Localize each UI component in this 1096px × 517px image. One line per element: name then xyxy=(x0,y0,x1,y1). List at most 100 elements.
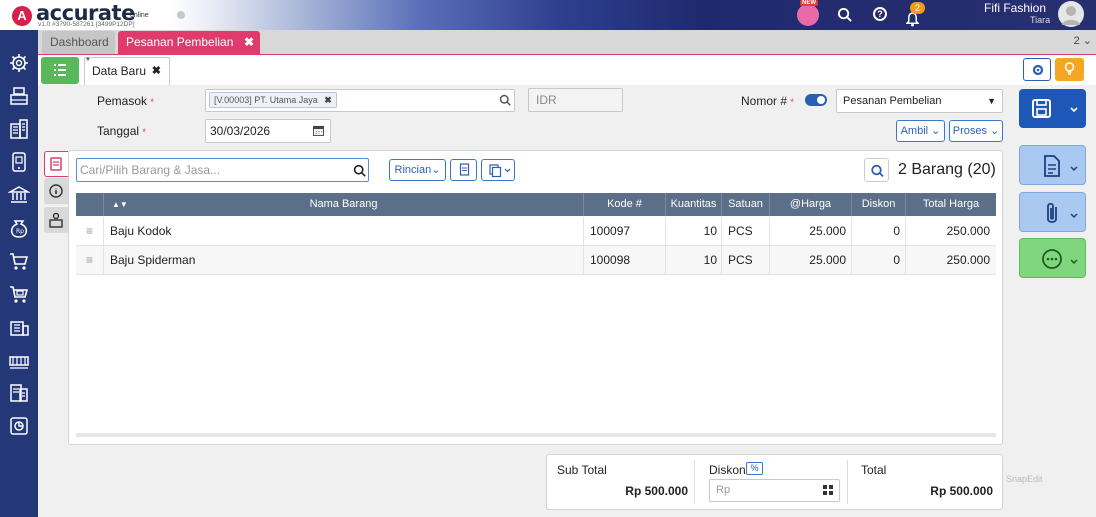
vtab-cost[interactable] xyxy=(44,207,68,233)
settings-button[interactable] xyxy=(1023,58,1051,81)
diskon-label: Diskon xyxy=(709,463,746,477)
document-button[interactable] xyxy=(450,159,477,181)
horizontal-scrollbar[interactable] xyxy=(76,433,996,437)
vtab-items[interactable] xyxy=(44,151,68,177)
sidebar-money-bag-icon[interactable]: Rp xyxy=(8,217,30,239)
help-icon[interactable]: ? xyxy=(873,7,887,21)
sub-tab-bar xyxy=(38,54,1096,85)
tab-pesanan-pembelian[interactable]: Pesanan Pembelian ✖ xyxy=(118,31,260,54)
row-diskon: 0 xyxy=(852,217,906,246)
sidebar-purchase-cart-icon[interactable] xyxy=(8,283,30,305)
search-icon[interactable] xyxy=(837,7,852,22)
column-header-diskon[interactable]: Diskon xyxy=(852,193,906,216)
document-actions-button[interactable] xyxy=(1019,145,1086,185)
total-label: Total xyxy=(861,463,887,477)
more-actions-button[interactable] xyxy=(1019,238,1086,278)
column-header-kode[interactable]: Kode # xyxy=(584,193,666,216)
drag-handle-icon[interactable]: ≡ xyxy=(76,246,104,275)
tab-count-dropdown[interactable]: 2 ⌄ xyxy=(1074,34,1092,47)
item-search-placeholder: Cari/Pilih Barang & Jasa... xyxy=(80,163,221,177)
vtab-info[interactable] xyxy=(44,178,68,204)
pemasok-search-icon[interactable] xyxy=(499,94,511,106)
column-header-harga[interactable]: @Harga xyxy=(770,193,852,216)
sort-icon[interactable]: ▲▼ xyxy=(112,193,128,216)
table-row[interactable]: ≡ Baju Kodok 100097 10 PCS 25.000 0 250.… xyxy=(76,217,996,246)
sidebar-analytics-icon[interactable] xyxy=(8,415,30,437)
row-harga: 25.000 xyxy=(770,246,852,275)
pemasok-label: Pemasok * xyxy=(97,94,154,108)
row-qty: 10 xyxy=(666,217,722,246)
item-search-icon[interactable] xyxy=(353,164,366,177)
sidebar-cashier-icon[interactable] xyxy=(8,85,30,107)
nomor-toggle[interactable] xyxy=(805,94,827,106)
column-header-satuan[interactable]: Satuan xyxy=(722,193,770,216)
version-text: v1.0 #3790-587261 [3499P12DP] xyxy=(38,21,135,28)
new-badge: NEW xyxy=(800,0,818,6)
tab-dashboard-label: Dashboard xyxy=(50,35,109,49)
avatar[interactable] xyxy=(1058,1,1084,27)
sidebar-mobile-icon[interactable] xyxy=(8,151,30,173)
table-row[interactable]: ≡ Baju Spiderman 100098 10 PCS 25.000 0 … xyxy=(76,246,996,275)
diskon-input[interactable]: Rp xyxy=(709,479,840,502)
tab-pesanan-pembelian-label: Pesanan Pembelian xyxy=(126,35,234,49)
tanggal-value: 30/03/2026 xyxy=(210,124,271,138)
item-count-label: 2 Barang (20) xyxy=(898,161,996,178)
divider xyxy=(694,460,695,504)
column-header-total[interactable]: Total Harga xyxy=(906,193,996,216)
user-subname: Tiara xyxy=(1030,15,1051,25)
attachment-button[interactable] xyxy=(1019,192,1086,232)
column-header-nama[interactable]: ▲▼ Nama Barang xyxy=(104,193,584,216)
row-diskon: 0 xyxy=(852,246,906,275)
close-subtab-icon[interactable]: ✖ xyxy=(152,58,161,84)
list-view-button[interactable] xyxy=(41,57,79,84)
row-kode: 100097 xyxy=(584,217,666,246)
sub-tab-label: Data Baru xyxy=(92,64,147,78)
sidebar-cart-icon[interactable] xyxy=(8,250,30,272)
pemasok-chip-label: [V.00003] PT. Utama Jaya xyxy=(214,95,318,105)
nomor-select[interactable]: Pesanan Pembelian ▼ xyxy=(836,89,1003,113)
svg-text:Rp: Rp xyxy=(16,228,24,235)
sidebar-company-icon[interactable] xyxy=(8,118,30,140)
bell-icon[interactable] xyxy=(906,12,919,27)
sidebar-bank-icon[interactable] xyxy=(8,184,30,206)
ambil-button[interactable]: Ambil ⌄ xyxy=(896,120,945,142)
sidebar-production-icon[interactable] xyxy=(8,349,30,371)
proses-button[interactable]: Proses ⌄ xyxy=(949,120,1003,142)
remove-pemasok-icon[interactable]: ✖ xyxy=(324,95,332,105)
tanggal-label: Tanggal * xyxy=(97,124,146,138)
currency-field: IDR xyxy=(528,88,623,112)
rincian-button[interactable]: Rincian⌄ xyxy=(389,159,446,181)
sidebar-settings-icon[interactable] xyxy=(8,52,30,74)
rincian-label: Rincian xyxy=(394,164,432,176)
close-tab-icon[interactable]: ✖ xyxy=(244,31,254,54)
status-dot-icon xyxy=(177,11,185,19)
drag-handle-icon[interactable]: ≡ xyxy=(76,217,104,246)
accurate-logo-icon: A xyxy=(12,6,32,26)
tab-dashboard[interactable]: Dashboard xyxy=(42,31,115,54)
nomor-label: Nomor # * xyxy=(741,94,794,108)
row-nama: Baju Kodok xyxy=(104,217,584,246)
row-kode: 100098 xyxy=(584,246,666,275)
calculator-icon[interactable] xyxy=(823,485,833,495)
row-nama: Baju Spiderman xyxy=(104,246,584,275)
column-header-qty[interactable]: Kuantitas xyxy=(666,193,722,216)
total-value: Rp 500.000 xyxy=(930,484,993,498)
row-harga: 25.000 xyxy=(770,217,852,246)
user-name[interactable]: Fifi Fashion xyxy=(984,1,1046,15)
copy-button[interactable] xyxy=(481,159,515,181)
logo-online-label: online xyxy=(130,12,149,19)
chevron-down-icon: ▼ xyxy=(987,96,996,106)
table-search-button[interactable] xyxy=(864,158,889,182)
proses-label: Proses xyxy=(952,125,987,137)
diskon-percent-toggle[interactable]: % xyxy=(746,462,763,475)
save-button[interactable] xyxy=(1019,89,1086,128)
items-table-header: ▲▼ Nama Barang Kode # Kuantitas Satuan @… xyxy=(76,193,996,216)
promo-cat-icon[interactable] xyxy=(797,4,819,26)
row-total: 250.000 xyxy=(946,224,990,238)
ambil-label: Ambil xyxy=(900,125,929,137)
tips-bulb-button[interactable] xyxy=(1055,58,1084,81)
sidebar-report-icon[interactable] xyxy=(8,382,30,404)
sub-tab-data-baru[interactable]: Data Baru ✖ xyxy=(84,57,170,85)
calendar-icon[interactable] xyxy=(313,125,324,136)
sidebar-inventory-icon[interactable] xyxy=(8,316,30,338)
